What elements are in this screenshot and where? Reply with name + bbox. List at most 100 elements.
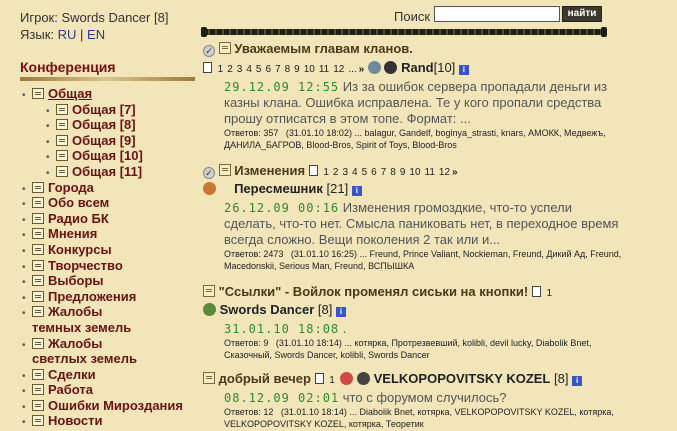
page-link[interactable]: 7: [275, 64, 281, 75]
scroll-icon: [32, 181, 44, 193]
page-link[interactable]: 7: [381, 167, 387, 178]
page-link[interactable]: 3: [342, 167, 348, 178]
topic-title[interactable]: "Ссылки" - Войлок променял сиськи на кно…: [219, 284, 529, 299]
forum-item-creativity[interactable]: • Творчество: [22, 258, 202, 274]
page-link[interactable]: 11: [319, 64, 329, 75]
forum-item-complaints-light-cont[interactable]: светлых земель: [22, 351, 202, 367]
scroll-icon: [32, 337, 44, 349]
last-reply-date: (31.01.10 16:25): [290, 249, 357, 259]
page-icon: [314, 373, 324, 384]
topic-author[interactable]: Пересмешник: [234, 181, 323, 196]
page-link[interactable]: 1: [323, 167, 329, 178]
scroll-icon: [56, 150, 68, 162]
forum-item-deals[interactable]: • Сделки: [22, 367, 202, 383]
check-icon: ✓: [203, 45, 215, 57]
page-link[interactable]: 2: [227, 64, 233, 75]
participants-list: ... balagur, Gandelf, boginya_strasti, k…: [224, 128, 606, 150]
language-separator: |: [80, 27, 84, 42]
search-button[interactable]: найти: [562, 6, 602, 22]
page-link[interactable]: 5: [362, 167, 368, 178]
page-link[interactable]: 10: [409, 167, 420, 178]
forum-tree: • Общая • Общая [7] • Общая [8] • Общая [9] …: [22, 86, 202, 429]
topic-author[interactable]: Rand: [401, 60, 434, 75]
forum-item-universe-errors[interactable]: • Ошибки Мироздания: [22, 398, 202, 414]
topic-pages: 1: [544, 284, 554, 299]
page-ellipsis: ...: [348, 64, 357, 75]
avatar: [203, 303, 216, 316]
scroll-icon: [32, 368, 44, 380]
page-link[interactable]: 9: [294, 64, 300, 75]
topic-replies: Ответов: 357 (31.01.10 18:02) ... balagu…: [224, 127, 624, 151]
forum-item-general-11[interactable]: • Общая [11]: [22, 164, 202, 180]
page-link[interactable]: 5: [256, 64, 262, 75]
page-link[interactable]: 12: [333, 64, 344, 75]
topic-replies: Ответов: 9 (31.01.10 18:14) ... котярка,…: [224, 337, 624, 361]
forum-item-general-7[interactable]: • Общая [7]: [22, 102, 202, 118]
page-link[interactable]: 10: [304, 64, 315, 75]
info-icon[interactable]: i: [458, 65, 469, 75]
page-link[interactable]: 8: [285, 64, 291, 75]
topic-replies: Ответов: 12 (31.01.10 18:14) ... Diaboli…: [224, 406, 624, 430]
forum-item-complaints-dark-cont[interactable]: темных земель: [22, 320, 202, 336]
page-link[interactable]: 11: [425, 167, 435, 178]
scroll-icon: [203, 372, 215, 384]
forum-item-opinions[interactable]: • Мнения: [22, 226, 202, 242]
forum-item-proposals[interactable]: • Предложения: [22, 289, 202, 305]
language-label: Язык:: [20, 27, 54, 42]
forum-item-work[interactable]: • Работа: [22, 382, 202, 398]
language-en-link[interactable]: EN: [87, 27, 105, 42]
scroll-icon: [32, 290, 44, 302]
info-icon[interactable]: i: [351, 186, 362, 196]
topic-title[interactable]: Изменения: [234, 163, 305, 178]
page-link[interactable]: 6: [371, 167, 377, 178]
page-icon: [531, 286, 541, 297]
forum-item-news[interactable]: • Новости: [22, 413, 202, 429]
page-link[interactable]: 6: [265, 64, 271, 75]
forum-item-complaints-light[interactable]: • Жалобы: [22, 336, 202, 352]
info-icon[interactable]: i: [572, 376, 583, 386]
page-link[interactable]: 4: [246, 64, 252, 75]
forum-item-general-8[interactable]: • Общая [8]: [22, 117, 202, 133]
scroll-icon: [218, 164, 231, 176]
last-reply-date: (31.01.10 18:14): [280, 407, 347, 417]
next-pages-link[interactable]: »: [359, 64, 365, 75]
forum-item-general[interactable]: • Общая: [22, 86, 202, 102]
align-icon: [357, 372, 371, 385]
scroll-icon: [56, 103, 68, 115]
next-pages-link[interactable]: »: [452, 167, 458, 178]
player-name[interactable]: Swords Dancer: [61, 10, 150, 25]
forum-item-contests[interactable]: • Конкурсы: [22, 242, 202, 258]
forum-item-complaints-dark[interactable]: • Жалобы: [22, 304, 202, 320]
topic-author[interactable]: Swords Dancer: [220, 302, 315, 317]
check-icon: ✓: [203, 167, 215, 179]
page-link[interactable]: 1: [329, 375, 335, 386]
conference-divider: [20, 77, 195, 81]
topic-title-row: добрый вечер 1 VELKOPOPOVITSKY KOZEL [8]…: [203, 371, 583, 386]
page-link[interactable]: 3: [237, 64, 243, 75]
page-link[interactable]: 1: [218, 64, 224, 75]
forum-item-general-9[interactable]: • Общая [9]: [22, 133, 202, 149]
replies-count: 2473: [263, 249, 284, 259]
info-icon[interactable]: i: [336, 307, 346, 317]
forum-item-about-all[interactable]: • Обо всем: [22, 195, 202, 211]
language-ru-link[interactable]: RU: [58, 27, 77, 42]
page-link[interactable]: 1: [546, 288, 552, 299]
page-link[interactable]: 8: [390, 167, 396, 178]
page-link[interactable]: 9: [400, 167, 406, 178]
topic-pages: 1 2 3 4 5 6 7 8 9 10 11 12...»: [216, 60, 368, 75]
replies-label: Ответов:: [224, 407, 261, 417]
forum-item-cities[interactable]: • Города: [22, 180, 202, 196]
language-switcher: Язык: RU | EN: [20, 27, 105, 42]
search-input[interactable]: [434, 6, 560, 22]
scroll-icon: [218, 42, 231, 54]
topic-title[interactable]: добрый вечер: [219, 371, 311, 386]
page-link[interactable]: 4: [352, 167, 358, 178]
scroll-icon: [32, 306, 44, 318]
forum-item-elections[interactable]: • Выборы: [22, 273, 202, 289]
page-link[interactable]: 2: [333, 167, 339, 178]
forum-item-general-10[interactable]: • Общая [10]: [22, 148, 202, 164]
forum-item-radio[interactable]: • Радио БК: [22, 211, 202, 227]
topic-author[interactable]: VELKOPOPOVITSKY KOZEL: [374, 371, 551, 386]
page-link[interactable]: 12: [439, 167, 450, 178]
topic-title[interactable]: Уважаемым главам кланов.: [234, 41, 413, 56]
